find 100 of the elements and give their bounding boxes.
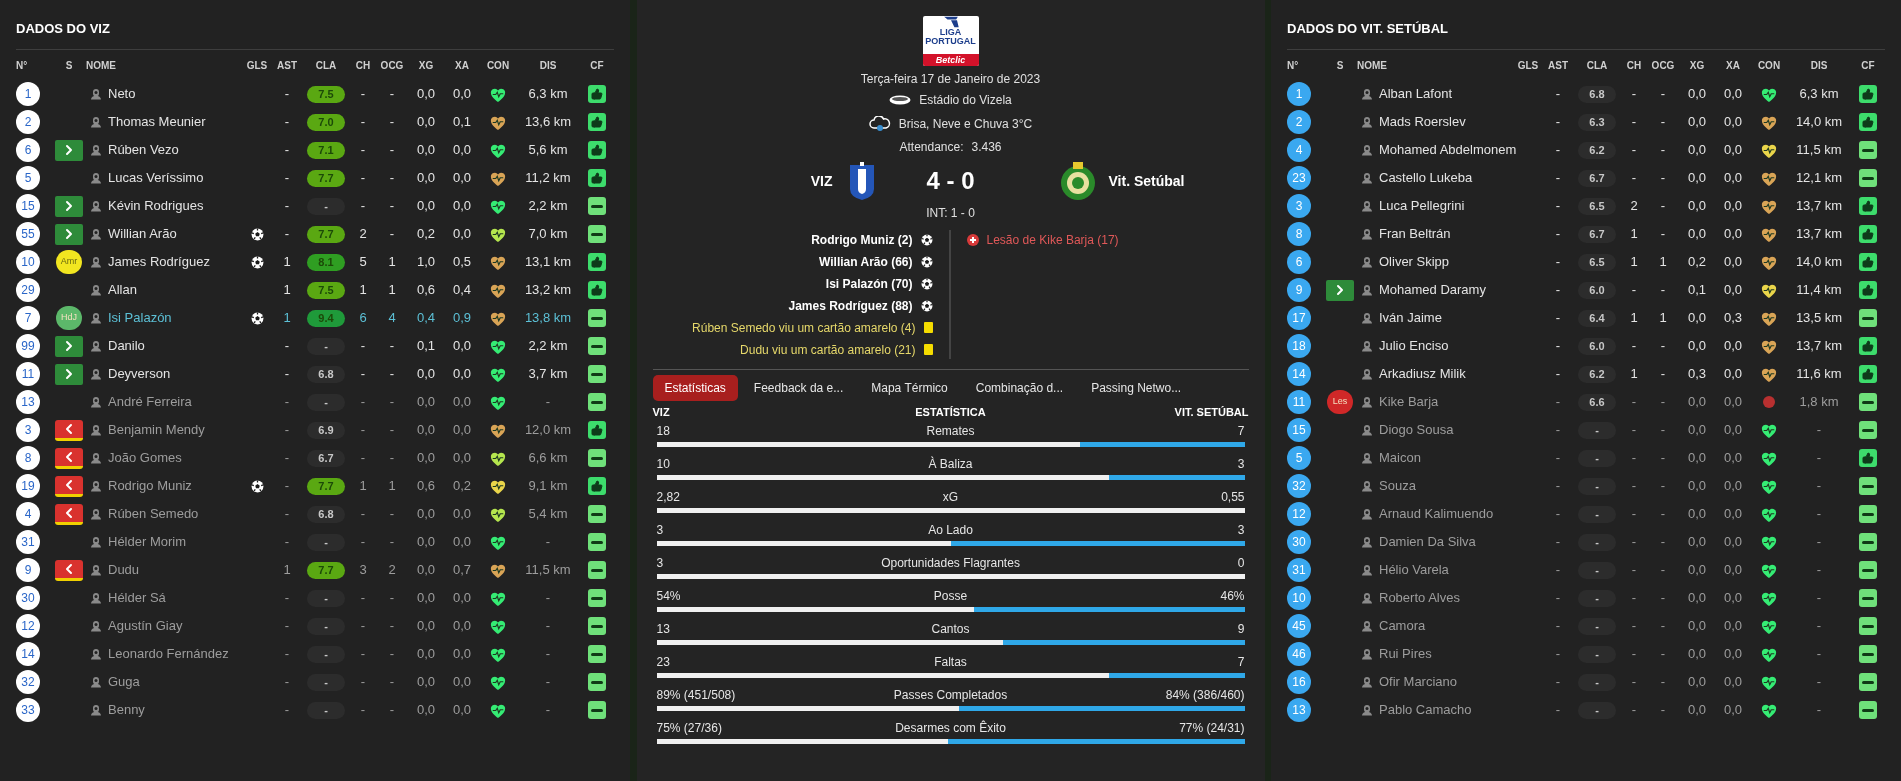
- player-name[interactable]: Rúben Semedo: [108, 504, 199, 524]
- player-name[interactable]: Kike Barja: [1379, 392, 1439, 412]
- player-name[interactable]: Leonardo Fernández: [108, 644, 229, 664]
- ball-icon: [920, 233, 933, 246]
- tab[interactable]: Estatísticas: [652, 375, 738, 401]
- rating-pill: 7.7: [307, 225, 345, 243]
- table-cell-text: 1: [282, 309, 292, 328]
- table-cell-text: -: [1554, 673, 1562, 692]
- column-header: CH: [1625, 58, 1643, 73]
- player-name[interactable]: Camora: [1379, 616, 1426, 636]
- player-name[interactable]: Pablo Camacho: [1379, 700, 1472, 720]
- player-name[interactable]: Oliver Skipp: [1379, 252, 1450, 272]
- table-cell-text: -: [1630, 281, 1638, 300]
- table-cell-text: -: [1815, 449, 1823, 468]
- person-icon: [90, 704, 102, 716]
- player-name[interactable]: Mads Roerslev: [1379, 112, 1466, 132]
- player-name[interactable]: Kévin Rodrigues: [108, 196, 204, 216]
- player-name[interactable]: Isi Palazón: [108, 308, 172, 328]
- table-cell-text: 0,0: [1722, 561, 1744, 580]
- player-name[interactable]: Julio Enciso: [1379, 336, 1449, 356]
- player-name[interactable]: Fran Beltrán: [1379, 224, 1451, 244]
- player-name[interactable]: Rui Pires: [1379, 644, 1432, 664]
- player-name[interactable]: Hélder Morim: [108, 532, 186, 552]
- player-name[interactable]: Luca Pellegrini: [1379, 196, 1465, 216]
- column-header: N°: [1287, 58, 1300, 73]
- table-cell-text: 9,1 km: [527, 477, 569, 496]
- player-name[interactable]: Damien Da Silva: [1379, 532, 1476, 552]
- table-cell-text: 0,0: [451, 197, 473, 216]
- player-name[interactable]: Mohamed Abdelmonem: [1379, 140, 1517, 160]
- shirt-number: 31: [1287, 558, 1311, 582]
- player-name[interactable]: Danilo: [108, 336, 145, 356]
- table-cell-text: -: [1659, 421, 1667, 440]
- table-cell-text: -: [283, 85, 291, 104]
- player-name[interactable]: Neto: [108, 84, 136, 104]
- player-name[interactable]: Rodrigo Muniz: [108, 476, 192, 496]
- rating-pill: 7.7: [307, 561, 345, 579]
- rating-pill: -: [1578, 449, 1616, 467]
- rating-pill: -: [307, 645, 345, 663]
- player-name[interactable]: Alban Lafont: [1379, 84, 1452, 104]
- table-cell-text: -: [359, 85, 367, 104]
- table-cell-text: -: [1659, 113, 1667, 132]
- table-cell-text: 0,0: [1722, 281, 1744, 300]
- player-name[interactable]: Diogo Sousa: [1379, 420, 1454, 440]
- tab[interactable]: Combinação d...: [963, 375, 1076, 401]
- player-name[interactable]: Iván Jaime: [1379, 308, 1442, 328]
- player-name[interactable]: Dudu: [108, 560, 140, 580]
- shirt-number: 30: [16, 586, 40, 610]
- player-name[interactable]: Allan: [108, 280, 137, 300]
- player-name[interactable]: Arnaud Kalimuendo: [1379, 504, 1494, 524]
- player-name[interactable]: Arkadiusz Milik: [1379, 364, 1466, 384]
- player-name[interactable]: Mohamed Daramy: [1379, 280, 1486, 300]
- table-cell-text: 13,7 km: [1794, 197, 1844, 216]
- column-header: CF: [1860, 58, 1876, 73]
- player-name[interactable]: Deyverson: [108, 364, 171, 384]
- rating-pill: -: [307, 393, 345, 411]
- person-icon: [1361, 200, 1373, 212]
- player-name[interactable]: Agustín Giay: [108, 616, 183, 636]
- table-cell-text: 1: [387, 253, 397, 272]
- player-name[interactable]: James Rodríguez: [108, 252, 210, 272]
- player-name[interactable]: João Gomes: [108, 448, 182, 468]
- table-cell-text: 0,0: [451, 421, 473, 440]
- tab[interactable]: Passing Netwo...: [1079, 375, 1194, 401]
- table-cell-text: -: [1630, 701, 1638, 720]
- person-icon: [1361, 228, 1373, 240]
- player-name[interactable]: Hélio Varela: [1379, 560, 1449, 580]
- player-name[interactable]: André Ferreira: [108, 392, 192, 412]
- home-value: 54%: [656, 588, 682, 605]
- table-cell-text: -: [1554, 309, 1562, 328]
- player-name[interactable]: Hélder Sá: [108, 588, 166, 608]
- player-name[interactable]: Maicon: [1379, 448, 1421, 468]
- player-name[interactable]: Castello Lukeba: [1379, 168, 1473, 188]
- player-name[interactable]: Willian Arão: [108, 224, 177, 244]
- player-name[interactable]: Ofir Marciano: [1379, 672, 1458, 692]
- table-cell-text: 1: [282, 281, 292, 300]
- tab[interactable]: Mapa Térmico: [859, 375, 960, 401]
- table-cell-text: 0,0: [1722, 533, 1744, 552]
- player-name[interactable]: Thomas Meunier: [108, 112, 206, 132]
- player-name[interactable]: Guga: [108, 672, 140, 692]
- table-cell-text: 5,6 km: [527, 141, 569, 160]
- table-cell-text: -: [283, 477, 291, 496]
- table-cell-text: -: [1630, 113, 1638, 132]
- rating-pill: -: [1578, 701, 1616, 719]
- player-name[interactable]: Lucas Veríssimo: [108, 168, 204, 188]
- column-header: XA: [1725, 58, 1741, 73]
- table-cell-text: -: [1630, 169, 1638, 188]
- tab[interactable]: Feedback da e...: [741, 375, 856, 401]
- person-icon: [1361, 256, 1373, 268]
- shirt-number: 16: [1287, 670, 1311, 694]
- player-name[interactable]: Souza: [1379, 476, 1416, 496]
- table-cell-text: 0,0: [1722, 225, 1744, 244]
- table-cell-text: -: [1554, 169, 1562, 188]
- player-name[interactable]: Rúben Vezo: [108, 140, 179, 160]
- table-cell-text: -: [1554, 197, 1562, 216]
- table-cell-text: 0,0: [451, 589, 473, 608]
- shirt-number: 4: [16, 502, 40, 526]
- player-name[interactable]: Benjamin Mendy: [108, 420, 205, 440]
- table-cell-text: 0,6: [415, 281, 437, 300]
- player-name[interactable]: Roberto Alves: [1379, 588, 1460, 608]
- table-cell-text: -: [1659, 617, 1667, 636]
- player-name[interactable]: Benny: [108, 700, 145, 720]
